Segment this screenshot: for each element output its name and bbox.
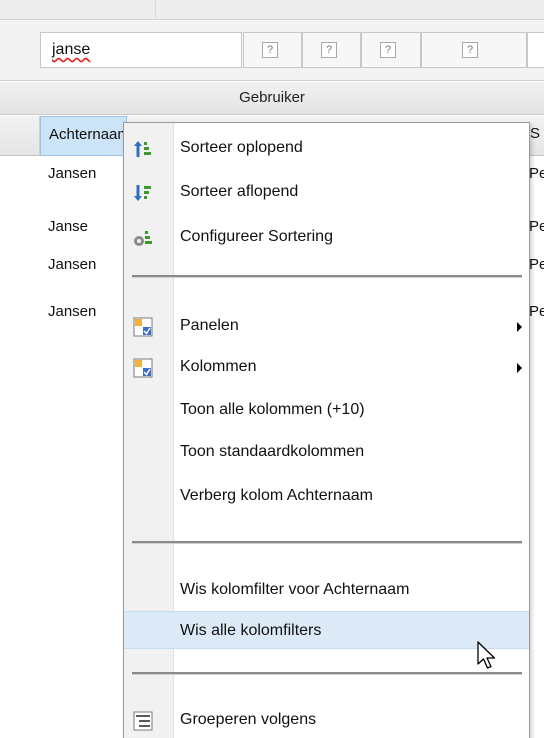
menu-item-label: Kolommen	[180, 358, 257, 375]
panels-icon	[133, 317, 153, 337]
filter-row: janse ? ? ? ?	[0, 20, 544, 81]
filter-help-icon[interactable]: ?	[321, 42, 337, 58]
cell-partial: Pe	[529, 165, 544, 182]
gear-sort-icon	[134, 231, 152, 246]
columns-icon	[133, 358, 153, 378]
menu-item-clear-column-filter[interactable]: Wis kolomfilter voor Achternaam	[124, 571, 529, 609]
menu-item-panels[interactable]: Panelen	[124, 307, 529, 345]
menu-item-show-all-columns[interactable]: Toon alle kolommen (+10)	[124, 391, 529, 429]
column-header-achternaam[interactable]: Achternaam	[40, 116, 127, 156]
sort-descending-icon	[134, 185, 151, 201]
menu-separator	[132, 275, 522, 278]
sort-ascending-icon	[134, 141, 151, 157]
menu-item-label: Configureer Sortering	[180, 228, 333, 245]
menu-separator	[132, 541, 522, 544]
filter-box-1[interactable]: ?	[243, 32, 302, 68]
column-header-cell[interactable]	[0, 116, 40, 156]
group-header: Gebruiker	[0, 82, 544, 115]
cell-achternaam: Janse	[48, 218, 89, 235]
achternaam-filter-input[interactable]: janse	[40, 32, 242, 68]
menu-item-configure-sorting[interactable]: Configureer Sortering	[124, 218, 529, 256]
cell-partial: Pe	[529, 218, 544, 235]
menu-item-sort-descending[interactable]: Sorteer aflopend	[124, 173, 529, 211]
top-strip	[0, 0, 544, 20]
cell-partial: Pe	[529, 303, 544, 320]
menu-item-label: Verberg kolom Achternaam	[180, 487, 373, 504]
column-header-partial[interactable]: S	[530, 125, 540, 142]
filter-value: janse	[52, 41, 91, 58]
filter-box-3[interactable]: ?	[361, 32, 421, 68]
top-divider	[155, 0, 156, 20]
group-by-icon	[133, 711, 153, 731]
menu-item-label: Toon alle kolommen (+10)	[180, 401, 365, 418]
submenu-arrow-icon	[517, 322, 522, 332]
cell-achternaam: Jansen	[48, 165, 97, 182]
menu-item-hide-column[interactable]: Verberg kolom Achternaam	[124, 477, 529, 515]
menu-item-group-by[interactable]: Groeperen volgens	[124, 701, 529, 738]
menu-item-label: Sorteer aflopend	[180, 183, 299, 200]
menu-item-label: Groeperen volgens	[180, 711, 317, 728]
menu-item-show-default-columns[interactable]: Toon standaardkolommen	[124, 433, 529, 471]
menu-item-label: Toon standaardkolommen	[180, 443, 365, 460]
menu-item-label: Sorteer oplopend	[180, 139, 303, 156]
submenu-arrow-icon	[517, 363, 522, 373]
menu-item-columns[interactable]: Kolommen	[124, 348, 529, 386]
menu-item-label: Wis alle kolomfilters	[180, 622, 322, 639]
cell-achternaam: Jansen	[48, 256, 97, 273]
cell-achternaam: Jansen	[48, 303, 97, 320]
column-header-label: Achternaam	[49, 126, 127, 143]
group-header-label: Gebruiker	[239, 89, 305, 106]
menu-item-sort-ascending[interactable]: Sorteer oplopend	[124, 129, 529, 167]
menu-item-label: Panelen	[180, 317, 239, 334]
filter-box-5[interactable]	[527, 32, 544, 68]
filter-help-icon[interactable]: ?	[262, 42, 278, 58]
filter-box-4[interactable]: ?	[421, 32, 527, 68]
menu-item-clear-all-filters[interactable]: Wis alle kolomfilters	[124, 611, 529, 649]
menu-separator	[132, 672, 522, 675]
column-context-menu: Sorteer oplopend Sorteer aflopend Config…	[123, 122, 530, 738]
filter-help-icon[interactable]: ?	[462, 42, 478, 58]
filter-help-icon[interactable]: ?	[380, 42, 396, 58]
mouse-cursor-icon	[477, 641, 496, 669]
menu-item-label: Wis kolomfilter voor Achternaam	[180, 581, 410, 598]
cell-partial: Pe	[529, 256, 544, 273]
filter-box-2[interactable]: ?	[302, 32, 361, 68]
